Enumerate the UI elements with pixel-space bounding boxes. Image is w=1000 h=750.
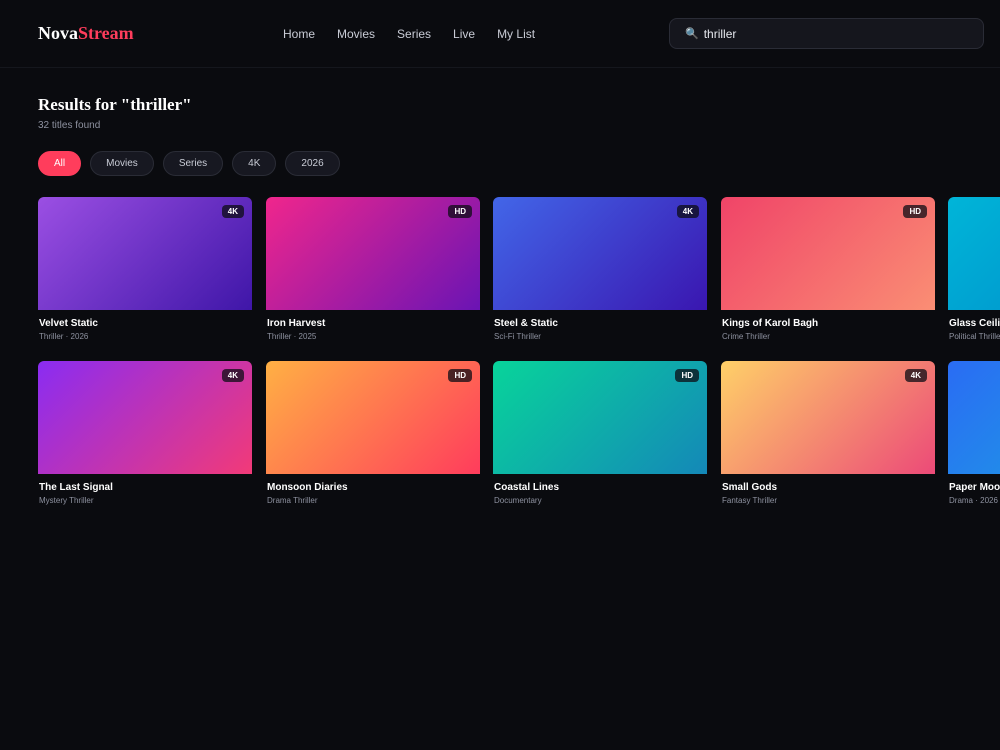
card-thumbnail: HD (721, 197, 935, 310)
quality-badge: HD (675, 369, 699, 382)
card-title: Coastal Lines (494, 482, 560, 493)
card-thumbnail: HD (266, 197, 480, 310)
quality-badge: HD (448, 205, 472, 218)
card-title: Velvet Static (39, 318, 98, 329)
logo-main: Nova (38, 23, 78, 43)
quality-badge: 4K (221, 369, 244, 382)
card-thumbnail: 4K (38, 197, 252, 310)
nav-series[interactable]: Series (397, 27, 431, 41)
filter-bar: All Movies Series 4K 2026 (38, 151, 349, 176)
title-card[interactable]: Glass Ceiling Political Thriller (948, 197, 1000, 341)
search-box[interactable]: 🔍 (669, 18, 984, 49)
card-title: Monsoon Diaries (267, 482, 348, 493)
logo[interactable]: NovaStream (38, 23, 134, 44)
search-input[interactable] (703, 26, 964, 41)
search-icon: 🔍 (685, 28, 699, 40)
card-thumbnail: 4K (38, 361, 252, 474)
card-thumbnail: 4K (721, 361, 935, 474)
card-thumbnail: HD (266, 361, 480, 474)
card-title: Kings of Karol Bagh (722, 318, 819, 329)
title-card[interactable]: HD Iron Harvest Thriller · 2025 (266, 197, 480, 341)
title-card[interactable]: HD Kings of Karol Bagh Crime Thriller (721, 197, 935, 341)
title-card[interactable]: 4K Velvet Static Thriller · 2026 (38, 197, 252, 341)
card-meta: Drama · 2026 (949, 496, 998, 505)
results-title: Results for "thriller" (38, 95, 192, 114)
card-title: Glass Ceiling (949, 318, 1000, 329)
quality-badge: HD (448, 369, 472, 382)
filter-chip-2026[interactable]: 2026 (285, 151, 340, 176)
title-card[interactable]: 4K Steel & Static Sci-Fi Thriller (493, 197, 707, 341)
filter-chip-movies[interactable]: Movies (90, 151, 154, 176)
top-bar: NovaStream Home Movies Series Live My Li… (0, 0, 1000, 68)
nav-live[interactable]: Live (453, 27, 475, 41)
card-meta: Thriller · 2025 (267, 332, 317, 341)
title-card[interactable]: 4K Small Gods Fantasy Thriller (721, 361, 935, 505)
results-count: 32 titles found (38, 120, 101, 131)
card-meta: Drama Thriller (267, 496, 318, 505)
quality-badge: 4K (676, 205, 699, 218)
card-title: Steel & Static (494, 318, 558, 329)
card-thumbnail (948, 197, 1000, 310)
card-title: Small Gods (722, 482, 778, 493)
title-card[interactable]: 4K The Last Signal Mystery Thriller (38, 361, 252, 505)
main-nav: Home Movies Series Live My List (283, 27, 557, 41)
quality-badge: HD (903, 205, 927, 218)
card-meta: Sci-Fi Thriller (494, 332, 541, 341)
card-title: Iron Harvest (267, 318, 326, 329)
card-title: The Last Signal (39, 482, 113, 493)
quality-badge: 4K (221, 205, 244, 218)
card-meta: Fantasy Thriller (722, 496, 777, 505)
card-meta: Documentary (494, 496, 542, 505)
nav-movies[interactable]: Movies (337, 27, 375, 41)
card-thumbnail: HD (493, 361, 707, 474)
quality-badge: 4K (904, 369, 927, 382)
logo-accent: Stream (78, 23, 134, 43)
nav-my-list[interactable]: My List (497, 27, 535, 41)
card-thumbnail: 4K (493, 197, 707, 310)
filter-chip-all[interactable]: All (38, 151, 82, 176)
card-meta: Thriller · 2026 (39, 332, 89, 341)
filter-chip-4k[interactable]: 4K (232, 151, 277, 176)
title-card[interactable]: Paper Moon Drama · 2026 (948, 361, 1000, 505)
title-card[interactable]: HD Coastal Lines Documentary (493, 361, 707, 505)
card-meta: Political Thriller (949, 332, 1000, 341)
nav-home[interactable]: Home (283, 27, 315, 41)
card-thumbnail (948, 361, 1000, 474)
card-meta: Crime Thriller (722, 332, 770, 341)
title-card[interactable]: HD Monsoon Diaries Drama Thriller (266, 361, 480, 505)
card-meta: Mystery Thriller (39, 496, 94, 505)
results-grid: 4K Velvet Static Thriller · 2026 HD Iron… (38, 197, 1000, 527)
filter-chip-series[interactable]: Series (162, 151, 224, 176)
card-title: Paper Moon (949, 482, 1000, 493)
